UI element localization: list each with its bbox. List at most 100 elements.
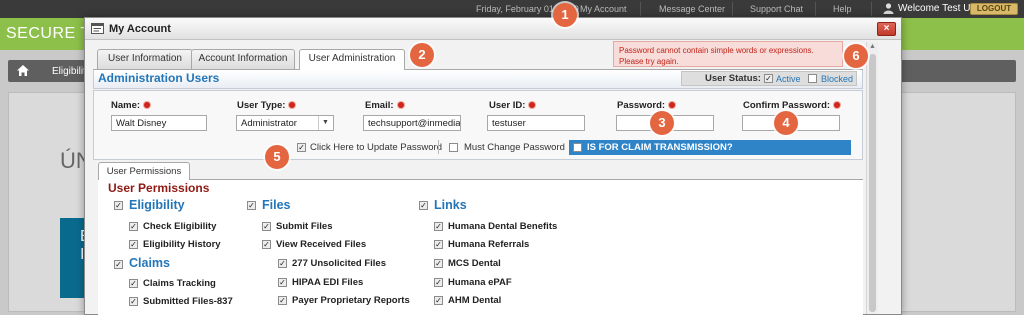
callout-badge: 6 [844, 44, 868, 68]
callout-badge: 1 [553, 3, 577, 27]
claim-transmission-label[interactable]: IS FOR CLAIM TRANSMISSION? [587, 142, 733, 153]
perm-ahm-dental: AHM Dental [448, 295, 502, 306]
my-account-dialog: My Account × ▲ User Information Account … [84, 17, 902, 315]
scroll-up-icon[interactable]: ▲ [867, 42, 878, 52]
close-button[interactable]: × [877, 22, 896, 36]
admin-title: Administration Users [98, 71, 220, 85]
home-icon[interactable] [16, 64, 30, 77]
tab-user-administration[interactable]: User Administration [299, 49, 405, 70]
perm-hipaa-checkbox[interactable]: ✓ [278, 278, 287, 287]
perm-claims-checkbox[interactable]: ✓ [114, 260, 123, 269]
required-dot-icon [397, 102, 404, 109]
perm-payer-reports: Payer Proprietary Reports [292, 295, 410, 306]
perm-group-files: Files [262, 198, 291, 212]
perm-view-received-checkbox[interactable]: ✓ [262, 240, 271, 249]
email-field[interactable]: techsupport@inmedia [363, 115, 461, 131]
required-dot-icon [144, 102, 151, 109]
separator [640, 2, 641, 16]
update-password-checkbox[interactable]: ✓ [297, 143, 306, 152]
message-center-link[interactable]: Message Center [659, 4, 725, 14]
confirm-password-label: Confirm Password: [743, 100, 841, 111]
user-type-label: User Type: [237, 100, 296, 111]
tab-user-permissions[interactable]: User Permissions [98, 162, 190, 180]
scroll-thumb[interactable] [869, 54, 876, 312]
perm-check-eligibility: Check Eligibility [143, 221, 217, 232]
dialog-title: My Account [109, 23, 171, 35]
dialog-titlebar[interactable]: My Account × [85, 18, 901, 40]
logo: SECURE T [6, 25, 91, 42]
perm-humana-referrals-checkbox[interactable]: ✓ [434, 240, 443, 249]
my-account-link[interactable]: My Account [580, 4, 627, 14]
perm-submit-files-checkbox[interactable]: ✓ [262, 222, 271, 231]
update-password-label[interactable]: Click Here to Update Password [310, 142, 442, 153]
user-icon [883, 3, 894, 14]
perm-eligibility-history-checkbox[interactable]: ✓ [129, 240, 138, 249]
perm-claims-tracking: Claims Tracking [143, 278, 216, 289]
separator [732, 2, 733, 16]
close-icon: × [883, 23, 890, 34]
perm-check-eligibility-checkbox[interactable]: ✓ [129, 222, 138, 231]
separator [871, 2, 872, 16]
name-label: Name: [111, 100, 151, 111]
status-blocked-label: Blocked [821, 74, 854, 84]
perm-mcs-dental: MCS Dental [448, 258, 501, 269]
status-active-label: Active [776, 74, 801, 84]
chevron-down-icon[interactable]: ▼ [318, 116, 332, 130]
must-change-password-checkbox[interactable] [449, 143, 458, 152]
required-dot-icon [529, 102, 536, 109]
perm-submitted-files: Submitted Files-837 [143, 296, 233, 307]
perm-claims-tracking-checkbox[interactable]: ✓ [129, 279, 138, 288]
user-type-value: Administrator [241, 118, 297, 129]
perm-files-checkbox[interactable]: ✓ [247, 201, 256, 210]
perm-ahm-dental-checkbox[interactable]: ✓ [434, 296, 443, 305]
tab-user-information[interactable]: User Information [97, 49, 193, 69]
status-active-checkbox[interactable]: ✓ [764, 74, 773, 83]
scrollbar[interactable]: ▲ [866, 42, 878, 314]
password-label: Password: [617, 100, 676, 111]
separator [815, 2, 816, 16]
user-id-field[interactable]: testuser [487, 115, 585, 131]
perm-payer-reports-checkbox[interactable]: ✓ [278, 296, 287, 305]
logout-button[interactable]: LOGOUT [970, 3, 1018, 15]
perm-277-checkbox[interactable]: ✓ [278, 259, 287, 268]
perm-group-eligibility: Eligibility [129, 198, 185, 212]
perm-eligibility-checkbox[interactable]: ✓ [114, 201, 123, 210]
help-link[interactable]: Help [833, 4, 852, 14]
top-bar: Friday, February 01, 2019 My Account Mes… [0, 0, 1024, 18]
perm-humana-epaf-checkbox[interactable]: ✓ [434, 278, 443, 287]
perm-hipaa-edi: HIPAA EDI Files [292, 277, 364, 288]
perm-eligibility-history: Eligibility History [143, 239, 221, 250]
perm-humana-epaf: Humana ePAF [448, 277, 512, 288]
perm-humana-dental: Humana Dental Benefits [448, 221, 558, 232]
permissions-title: User Permissions [108, 181, 210, 195]
tab-account-information[interactable]: Account Information [191, 49, 295, 69]
perm-submitted-files-checkbox[interactable]: ✓ [129, 297, 138, 306]
support-chat-link[interactable]: Support Chat [750, 4, 803, 14]
window-icon [91, 23, 104, 34]
perm-submit-files: Submit Files [276, 221, 333, 232]
required-dot-icon [834, 102, 841, 109]
perm-277-unsolicited: 277 Unsolicited Files [292, 258, 386, 269]
callout-badge: 5 [265, 145, 289, 169]
status-blocked-checkbox[interactable] [808, 74, 817, 83]
required-dot-icon [669, 102, 676, 109]
divider [438, 140, 439, 154]
perm-group-claims: Claims [129, 256, 170, 270]
perm-humana-referrals: Humana Referrals [448, 239, 530, 250]
error-message: Password cannot contain simple words or … [613, 41, 843, 67]
required-dot-icon [289, 102, 296, 109]
perm-view-received-files: View Received Files [276, 239, 367, 250]
callout-badge: 3 [650, 111, 674, 135]
email-label: Email: [365, 100, 404, 111]
must-change-password-label[interactable]: Must Change Password [464, 142, 565, 153]
perm-group-links: Links [434, 198, 467, 212]
user-status-label: User Status: [705, 73, 761, 84]
name-field[interactable]: Walt Disney [111, 115, 207, 131]
callout-badge: 2 [410, 43, 434, 67]
perm-links-checkbox[interactable]: ✓ [419, 201, 428, 210]
perm-humana-dental-checkbox[interactable]: ✓ [434, 222, 443, 231]
claim-transmission-checkbox[interactable] [573, 143, 582, 152]
user-id-label: User ID: [489, 100, 536, 111]
callout-badge: 4 [774, 111, 798, 135]
perm-mcs-dental-checkbox[interactable]: ✓ [434, 259, 443, 268]
